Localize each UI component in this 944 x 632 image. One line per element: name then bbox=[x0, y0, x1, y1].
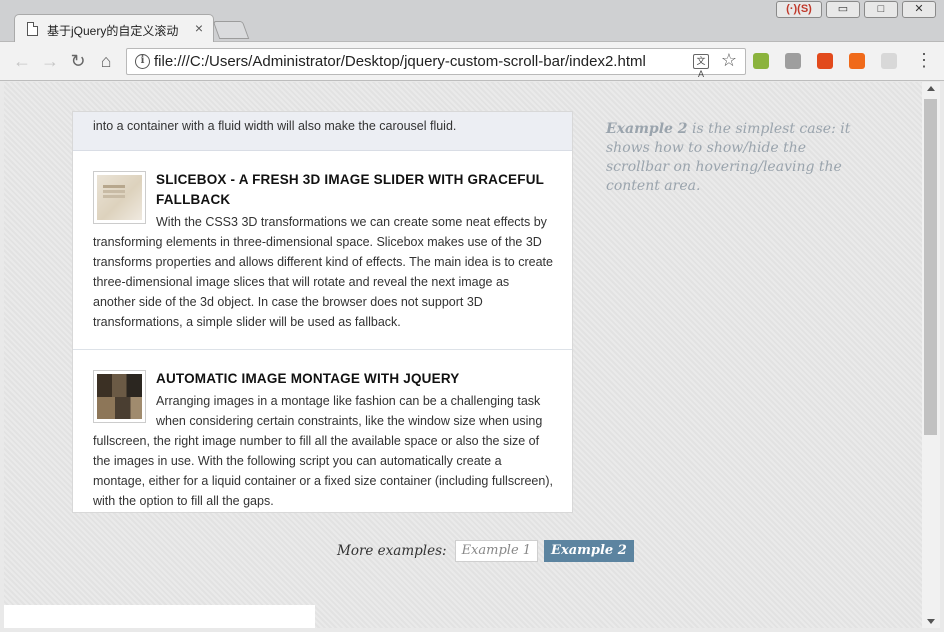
office-icon[interactable] bbox=[817, 53, 833, 69]
example-2-link[interactable]: Example 2 bbox=[544, 540, 634, 562]
example-1-link[interactable]: Example 1 bbox=[454, 540, 539, 562]
more-examples-label: More examples: bbox=[337, 543, 447, 559]
previous-article-snippet: into a container with a fluid width will… bbox=[73, 112, 572, 151]
menu-icon[interactable]: ⋮ bbox=[915, 50, 933, 71]
window-controls: (·)(S) ▭ □ ✕ bbox=[776, 1, 936, 18]
browser-toolbar: ← → ↻ ⌂ i file:///C:/Users/Administrator… bbox=[0, 42, 944, 81]
tab-title: 基于jQuery的自定义滚动 bbox=[47, 24, 179, 38]
window-extension-button[interactable]: (·)(S) bbox=[776, 1, 822, 18]
back-icon[interactable]: ← bbox=[11, 51, 33, 71]
browser-titlebar: 基于jQuery的自定义滚动 × (·)(S) ▭ □ ✕ bbox=[0, 0, 944, 43]
blank-extension-icon[interactable] bbox=[881, 53, 897, 69]
page-scrollbar[interactable] bbox=[922, 82, 940, 628]
translate-icon[interactable]: 文A bbox=[693, 54, 709, 79]
scroll-up-arrow-icon[interactable] bbox=[927, 86, 935, 91]
more-examples-nav: More examples: Example 1 Example 2 bbox=[337, 540, 640, 562]
scroll-content-area[interactable]: into a container with a fluid width will… bbox=[72, 111, 573, 513]
article-item: AUTOMATIC IMAGE MONTAGE WITH JQUERY Arra… bbox=[73, 350, 572, 512]
scroll-down-arrow-icon[interactable] bbox=[927, 619, 935, 624]
home-icon[interactable]: ⌂ bbox=[95, 51, 117, 71]
forward-icon[interactable]: → bbox=[39, 51, 61, 71]
minimize-button[interactable]: ▭ bbox=[826, 1, 860, 18]
article-title[interactable]: SLICEBOX - A FRESH 3D IMAGE SLIDER WITH … bbox=[93, 170, 554, 210]
page-scrollbar-thumb[interactable] bbox=[924, 99, 937, 435]
article-body: Arranging images in a montage like fashi… bbox=[93, 394, 553, 508]
page-viewport: into a container with a fluid width will… bbox=[4, 82, 922, 628]
new-tab-button[interactable] bbox=[212, 21, 250, 39]
status-bar bbox=[4, 605, 315, 628]
close-window-button[interactable]: ✕ bbox=[902, 1, 936, 18]
article-thumbnail[interactable] bbox=[93, 171, 146, 224]
maximize-button[interactable]: □ bbox=[864, 1, 898, 18]
browser-tab[interactable]: 基于jQuery的自定义滚动 × bbox=[14, 14, 214, 43]
reload-icon[interactable]: ↻ bbox=[67, 51, 89, 71]
close-tab-icon[interactable]: × bbox=[195, 20, 203, 36]
example-description-lead: Example 2 bbox=[606, 121, 688, 137]
info-icon[interactable]: i bbox=[135, 54, 150, 69]
infinity-icon[interactable] bbox=[849, 53, 865, 69]
article-thumbnail[interactable] bbox=[93, 370, 146, 423]
example-description: Example 2 is the simplest case: it shows… bbox=[606, 120, 871, 196]
article-item: SLICEBOX - A FRESH 3D IMAGE SLIDER WITH … bbox=[73, 151, 572, 350]
address-bar[interactable]: i file:///C:/Users/Administrator/Desktop… bbox=[126, 48, 746, 79]
article-title[interactable]: AUTOMATIC IMAGE MONTAGE WITH JQUERY bbox=[93, 369, 554, 389]
page-icon bbox=[27, 22, 38, 36]
article-body: With the CSS3 3D transformations we can … bbox=[93, 215, 553, 329]
android-icon[interactable] bbox=[753, 53, 769, 69]
image-icon[interactable] bbox=[785, 53, 801, 69]
url-text[interactable]: file:///C:/Users/Administrator/Desktop/j… bbox=[154, 53, 646, 70]
bookmark-star-icon[interactable]: ☆ bbox=[721, 50, 737, 71]
